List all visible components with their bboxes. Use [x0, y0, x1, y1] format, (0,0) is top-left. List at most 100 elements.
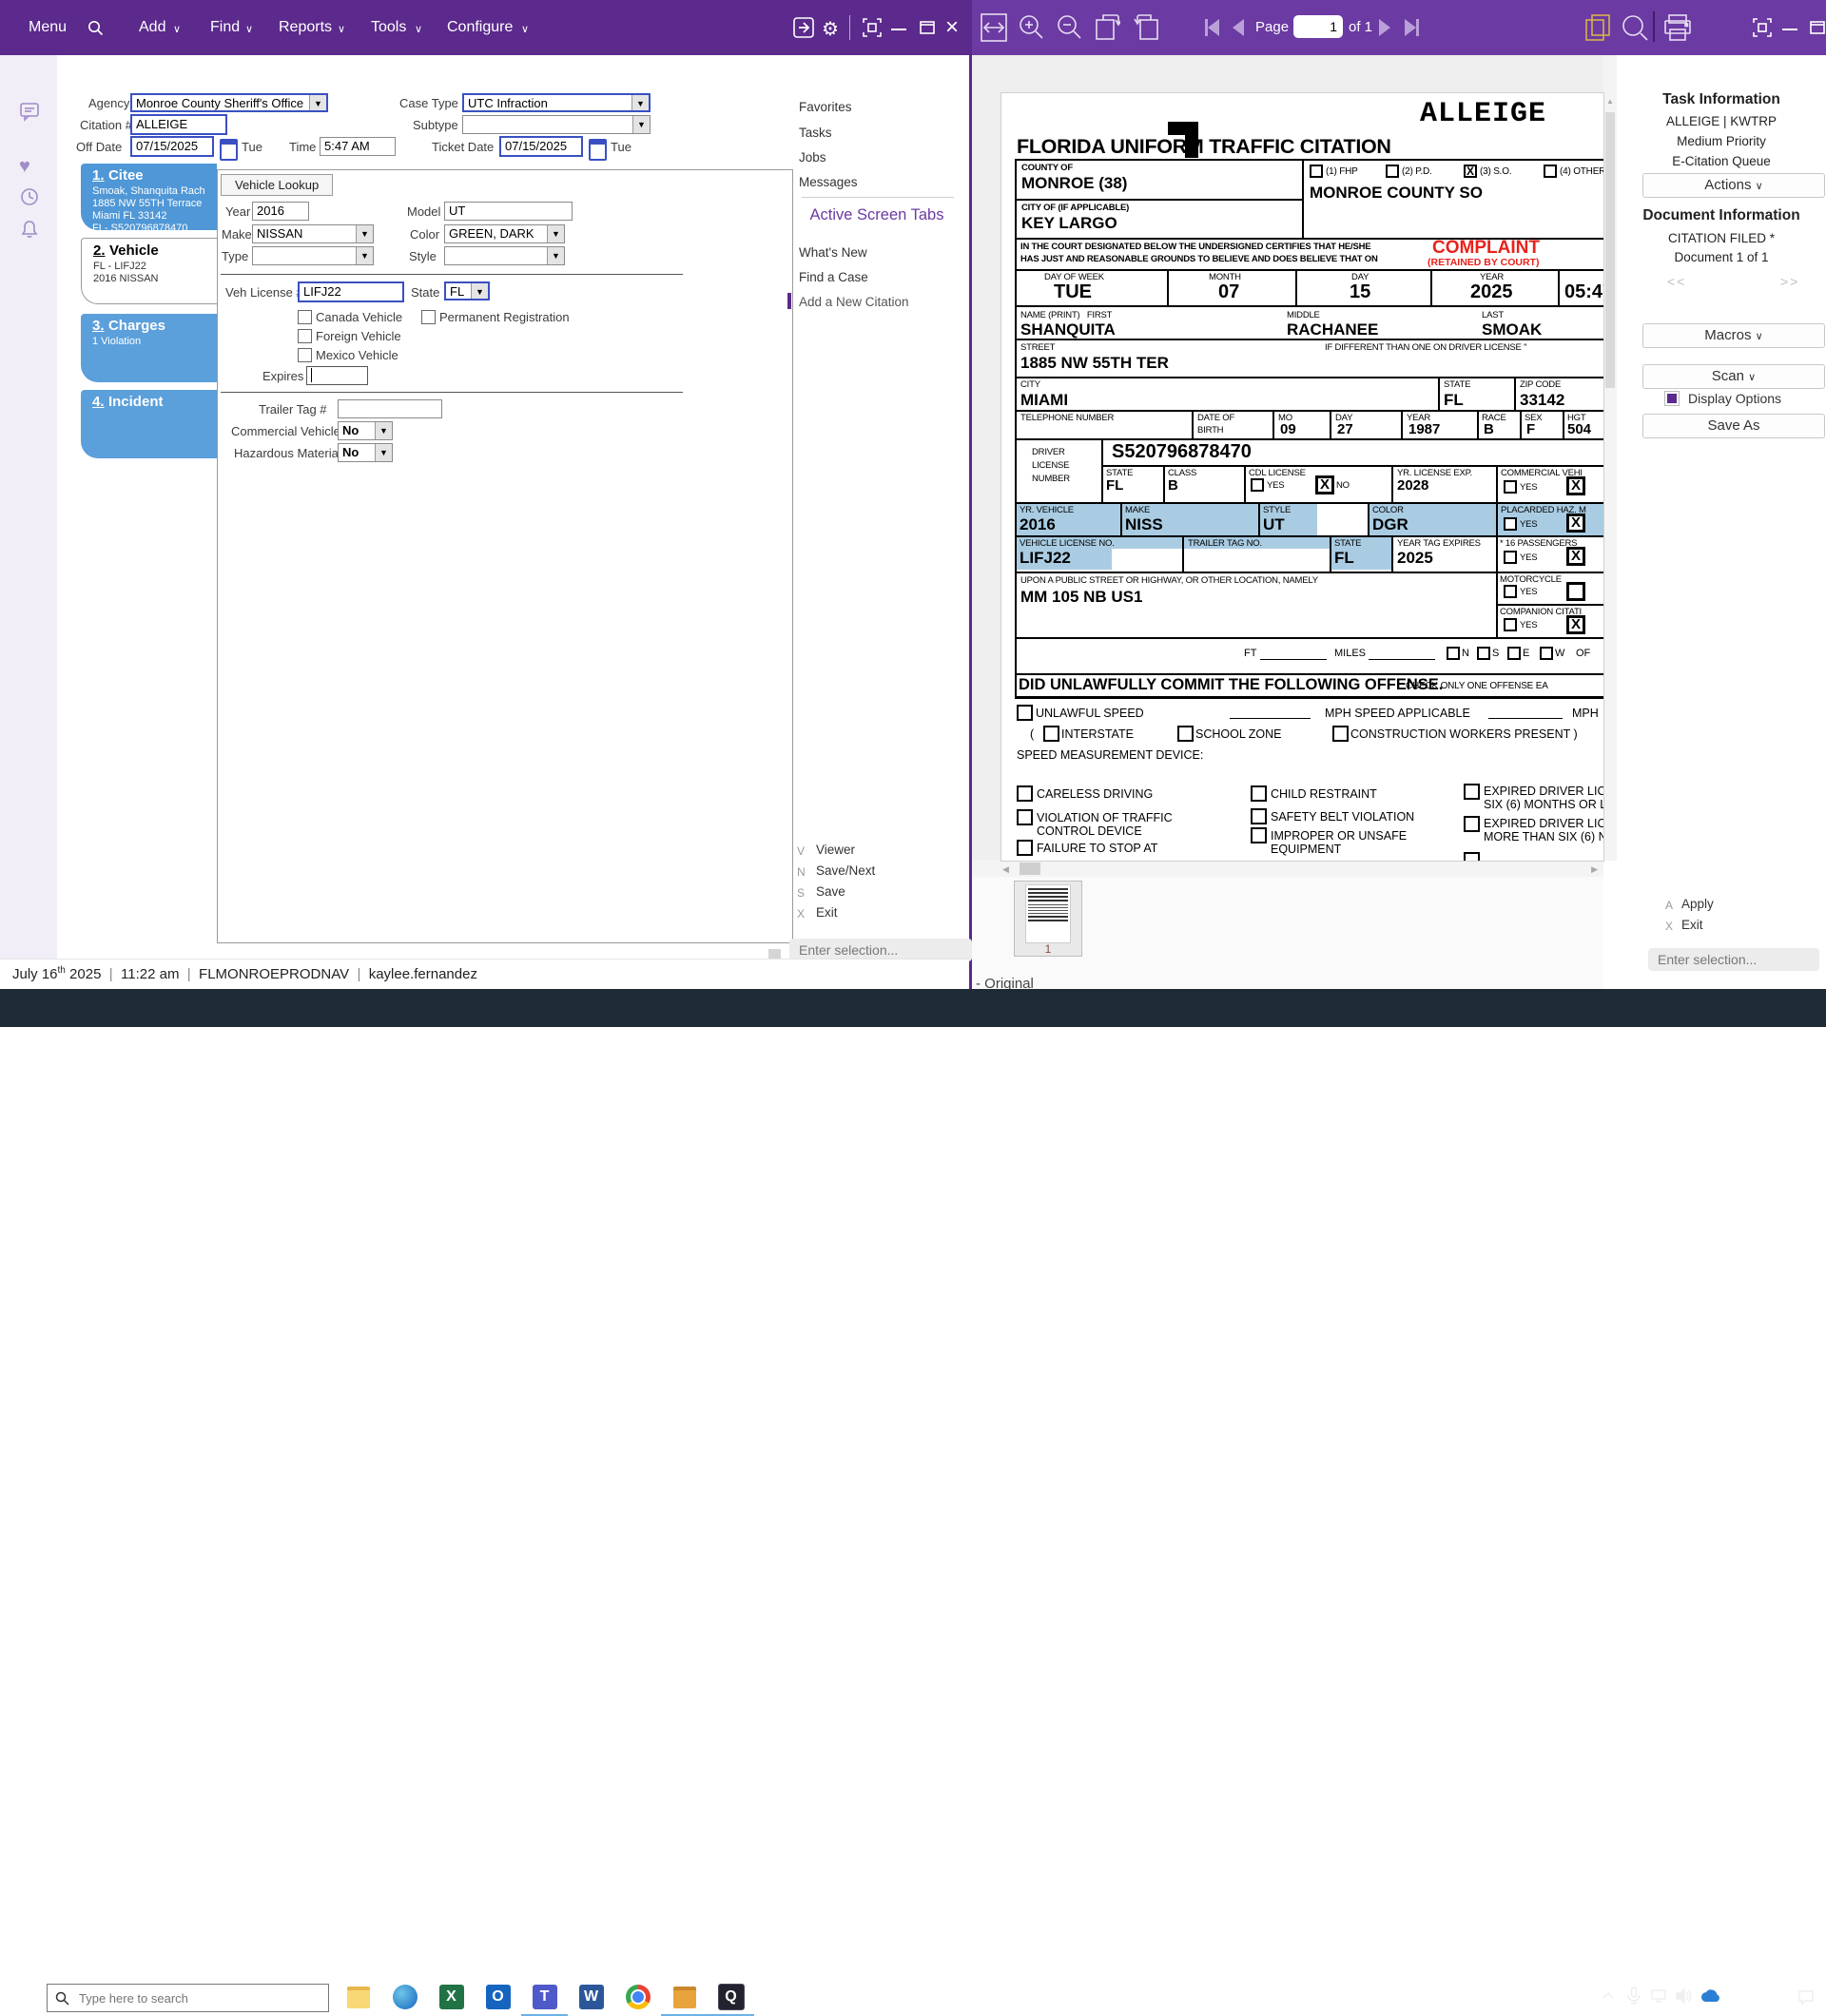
citation-number-input[interactable]: ALLEIGE: [130, 114, 227, 135]
minimize-icon[interactable]: [1782, 29, 1797, 30]
case-type-select[interactable]: UTC Infraction ▼: [462, 93, 651, 112]
close-icon[interactable]: ×: [945, 14, 959, 41]
search-input[interactable]: [77, 1990, 309, 2006]
rotate-right-icon[interactable]: [1134, 12, 1160, 41]
maximize-icon[interactable]: [919, 19, 936, 36]
fullscreen-icon[interactable]: [1752, 17, 1773, 38]
print-icon[interactable]: [1662, 13, 1693, 42]
fullscreen-icon[interactable]: [862, 17, 883, 38]
vertical-scrollbar[interactable]: ▲: [1603, 55, 1617, 861]
dropdown-arrow-icon[interactable]: ▼: [631, 95, 649, 110]
menu-item-tools[interactable]: Tools: [371, 19, 406, 36]
canada-vehicle-checkbox[interactable]: [298, 310, 312, 324]
horizontal-scrollbar[interactable]: ◀ ▶: [972, 861, 1603, 877]
vehicle-lookup-button[interactable]: Vehicle Lookup: [221, 174, 333, 196]
last-page-button[interactable]: [1405, 19, 1419, 36]
exit-button[interactable]: Exit: [1681, 918, 1703, 932]
taskbar-search[interactable]: [47, 1984, 329, 2012]
excel-icon[interactable]: X: [428, 1978, 475, 2016]
sidebar-link-find-a-case[interactable]: Find a Case: [799, 270, 868, 284]
next-document-button[interactable]: >>: [1780, 274, 1799, 289]
scroll-left-icon[interactable]: ◀: [1002, 864, 1009, 875]
start-button[interactable]: [0, 1978, 47, 2016]
dropdown-arrow-icon[interactable]: ▼: [471, 283, 488, 299]
scan-button[interactable]: Scan ∨: [1642, 364, 1825, 389]
menu-item-find[interactable]: Find: [210, 19, 240, 36]
vertical-scroll-thumb[interactable]: [1605, 112, 1615, 388]
gear-icon[interactable]: ⚙: [822, 17, 839, 41]
volume-icon[interactable]: [1675, 1987, 1694, 2005]
file-explorer-icon[interactable]: [335, 1978, 381, 2016]
commercial-vehicle-select[interactable]: No ▼: [338, 421, 393, 440]
make-select[interactable]: NISSAN ▼: [252, 224, 374, 243]
next-page-button[interactable]: [1379, 19, 1390, 36]
menu-item-reports[interactable]: Reports: [279, 19, 332, 36]
network-icon[interactable]: [1650, 1988, 1669, 2004]
enter-selection-input[interactable]: Enter selection...: [1648, 948, 1819, 971]
off-date-input[interactable]: 07/15/2025: [130, 136, 214, 157]
macros-button[interactable]: Macros ∨: [1642, 323, 1825, 348]
outlook-icon[interactable]: O: [475, 1978, 521, 2016]
expires-input[interactable]: [306, 366, 368, 385]
menu-item-configure[interactable]: Configure: [447, 19, 513, 36]
dropdown-arrow-icon[interactable]: ▼: [632, 116, 650, 133]
type-select[interactable]: ▼: [252, 246, 374, 265]
bell-icon[interactable]: [19, 219, 40, 240]
veh-license-input[interactable]: LIFJ22: [298, 281, 404, 302]
records-app-icon[interactable]: Q: [708, 1978, 754, 2016]
actions-button[interactable]: Actions ∨: [1642, 173, 1825, 198]
sidebar-item-tasks[interactable]: Tasks: [799, 126, 832, 140]
foreign-vehicle-checkbox[interactable]: [298, 329, 312, 343]
shortcut-exit[interactable]: Exit: [816, 905, 838, 920]
thumbnail-tile-selected[interactable]: 1: [1014, 881, 1082, 957]
sidebar-link-add-new-citation[interactable]: Add a New Citation: [799, 295, 909, 309]
calendar-icon[interactable]: [220, 139, 238, 161]
style-select[interactable]: ▼: [444, 246, 565, 265]
copy-pages-icon[interactable]: [1583, 12, 1612, 43]
sidebar-item-messages[interactable]: Messages: [799, 175, 858, 189]
time-input[interactable]: 5:47 AM: [320, 137, 396, 156]
dropdown-arrow-icon[interactable]: ▼: [309, 95, 326, 110]
ticket-date-input[interactable]: 07/15/2025: [499, 136, 583, 157]
menu-item-add[interactable]: Add: [139, 19, 165, 36]
save-as-button[interactable]: Save As: [1642, 414, 1825, 438]
history-icon[interactable]: [19, 186, 40, 207]
search-icon[interactable]: [87, 20, 104, 36]
tab-vehicle-active[interactable]: 2. Vehicle FL - LIFJ22 2016 NISSAN: [81, 238, 218, 304]
zoom-in-icon[interactable]: [1018, 13, 1044, 40]
permanent-registration-checkbox[interactable]: [421, 310, 436, 324]
onedrive-icon[interactable]: [1699, 1988, 1721, 2004]
dropdown-arrow-icon[interactable]: ▼: [356, 225, 373, 242]
open-in-new-icon[interactable]: [792, 16, 815, 39]
tray-clock[interactable]: 11:22 AM 7/16/2025: [1723, 1982, 1778, 2012]
agency-select[interactable]: Monroe County Sheriff's Office ▼: [130, 93, 328, 112]
word-icon[interactable]: W: [568, 1978, 614, 2016]
apply-button[interactable]: Apply: [1681, 897, 1714, 911]
year-input[interactable]: 2016: [252, 202, 309, 221]
first-page-button[interactable]: [1205, 19, 1219, 36]
zoom-out-icon[interactable]: [1056, 13, 1082, 40]
scroll-up-icon[interactable]: ▲: [1606, 97, 1614, 106]
tab-citee[interactable]: 1. Citee Smoak, Shanquita Rach 1885 NW 5…: [81, 164, 217, 230]
color-select[interactable]: GREEN, DARK ▼: [444, 224, 565, 243]
dropdown-ar row-icon[interactable]: ▼: [375, 444, 392, 461]
sidebar-item-jobs[interactable]: Jobs: [799, 150, 826, 165]
model-input[interactable]: UT: [444, 202, 573, 221]
trailer-tag-input[interactable]: [338, 399, 442, 418]
tab-charges[interactable]: 3. Charges 1 Violation: [81, 314, 217, 382]
heart-icon[interactable]: ♥: [19, 156, 30, 178]
menu-item-menu[interactable]: Menu: [29, 19, 67, 36]
previous-page-button[interactable]: [1233, 19, 1244, 36]
scroll-right-icon[interactable]: ▶: [1591, 864, 1598, 875]
maximize-icon[interactable]: [1809, 19, 1826, 36]
notes-icon[interactable]: [19, 101, 40, 122]
sidebar-link-whats-new[interactable]: What's New: [799, 245, 867, 260]
dropdown-arrow-icon[interactable]: ▼: [547, 247, 564, 264]
display-options-checkbox[interactable]: [1664, 391, 1680, 406]
sidebar-item-favorites[interactable]: Favorites: [799, 100, 852, 114]
tray-expand-icon[interactable]: [1602, 1989, 1615, 2003]
fit-width-icon[interactable]: [980, 12, 1008, 43]
rotate-left-icon[interactable]: [1094, 12, 1120, 41]
search-document-icon[interactable]: [1621, 13, 1649, 42]
previous-document-button[interactable]: <<: [1667, 274, 1686, 289]
